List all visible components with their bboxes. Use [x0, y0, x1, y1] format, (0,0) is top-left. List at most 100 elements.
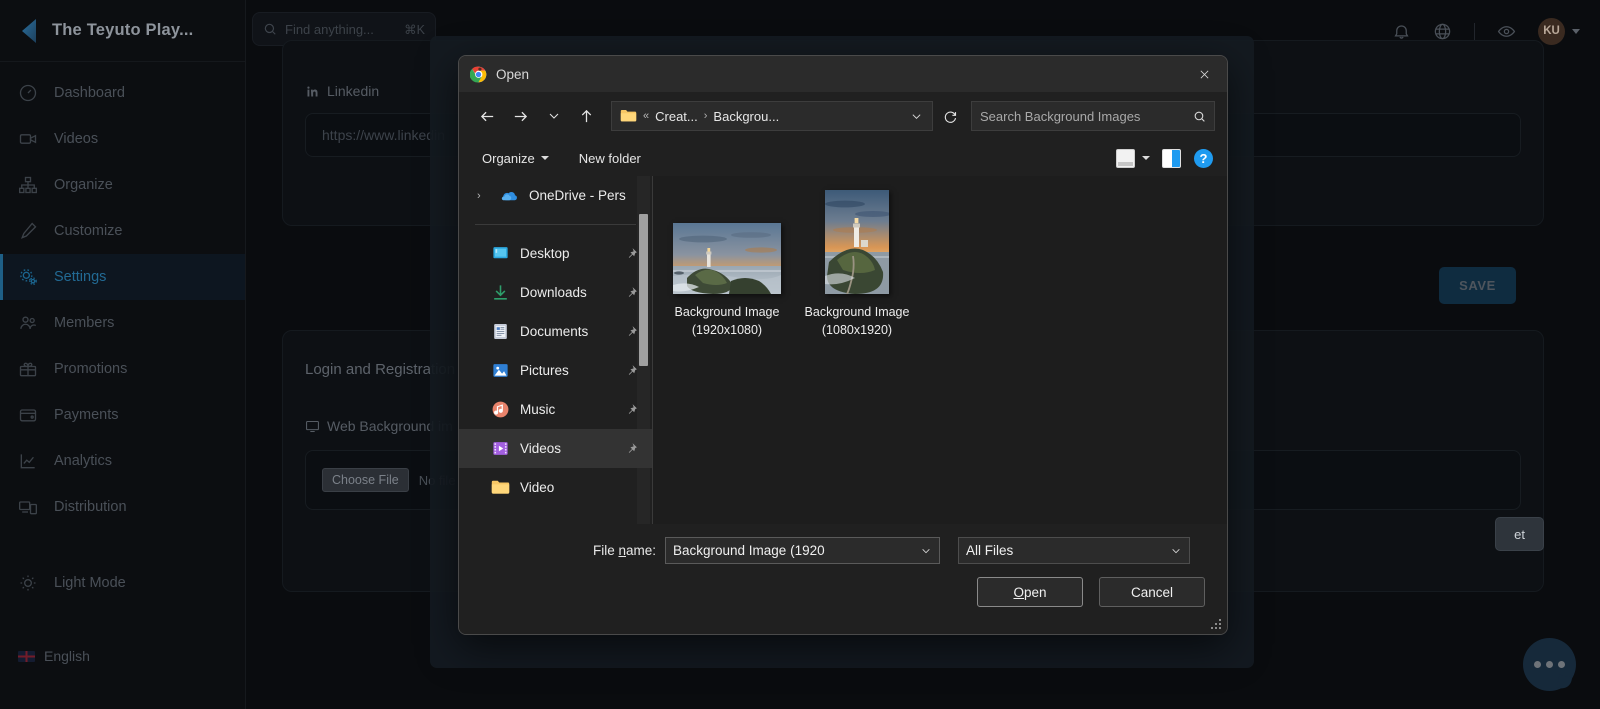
lighthouse-sunset-thumb: [673, 223, 781, 294]
breadcrumb-part[interactable]: Backgrou...: [713, 109, 779, 124]
pin-icon[interactable]: [625, 325, 638, 338]
chevron-down-icon[interactable]: [1165, 546, 1187, 556]
sidebar-item-settings[interactable]: Settings: [0, 254, 245, 300]
dialog-titlebar[interactable]: Open: [459, 56, 1227, 92]
sidebar-nav: Dashboard Videos Organize Customize Sett…: [0, 62, 245, 676]
sun-icon: [20, 575, 36, 591]
file-tile[interactable]: Background Image (1920x1080): [671, 190, 783, 340]
up-button[interactable]: [570, 101, 603, 131]
users-icon: [20, 316, 37, 329]
pin-icon[interactable]: [625, 364, 638, 377]
sidebar-item-label: Payments: [54, 407, 119, 423]
close-icon[interactable]: [1182, 56, 1227, 92]
chevron-down-icon: [1572, 28, 1580, 34]
file-tile[interactable]: Background Image (1080x1920): [801, 190, 913, 340]
back-button[interactable]: [471, 101, 504, 131]
chart-line-icon: [20, 454, 35, 469]
monitor-icon: [306, 420, 319, 432]
refresh-button[interactable]: [935, 101, 965, 131]
sidebar-item-promotions[interactable]: Promotions: [0, 346, 245, 392]
tree-divider: [475, 224, 636, 225]
dialog-buttons: Open Cancel: [459, 564, 1227, 607]
pin-icon[interactable]: [625, 286, 638, 299]
brush-icon: [20, 222, 37, 239]
choose-file-button[interactable]: Choose File: [322, 468, 409, 492]
file-name-row: File name: Background Image (1920 All Fi…: [459, 524, 1227, 564]
sidebar-item-analytics[interactable]: Analytics: [0, 438, 245, 484]
reset-button[interactable]: et: [1495, 517, 1544, 551]
resize-grip-icon[interactable]: [1211, 619, 1222, 630]
chevron-down-icon[interactable]: [915, 546, 937, 556]
pin-icon[interactable]: [625, 403, 638, 416]
sidebar-item-distribution[interactable]: Distribution: [0, 484, 245, 530]
brand[interactable]: The Teyuto Play...: [0, 0, 245, 62]
tree-item-label: Downloads: [520, 285, 587, 300]
dialog-toolbar: Organize New folder ?: [459, 140, 1227, 176]
gauge-icon: [19, 84, 37, 102]
chevron-down-icon[interactable]: [1142, 156, 1150, 160]
onedrive-icon: [501, 191, 517, 201]
tree-item-desktop[interactable]: Desktop: [459, 234, 652, 273]
thumbnail-wrap: [825, 190, 889, 294]
sidebar-item-members[interactable]: Members: [0, 300, 245, 346]
save-button[interactable]: SAVE: [1439, 267, 1516, 304]
breadcrumb-part[interactable]: Creat...: [655, 109, 698, 124]
dialog-search-input[interactable]: Search Background Images: [971, 101, 1215, 131]
chat-dot: [1546, 661, 1553, 668]
eye-icon[interactable]: [1497, 22, 1516, 41]
sidebar-divider: [0, 530, 245, 560]
tree-item-video[interactable]: Video: [459, 468, 652, 507]
sidebar-item-label: Settings: [54, 269, 107, 285]
file-tiles: Background Image (1920x1080) Background …: [671, 190, 1209, 340]
recent-locations-button[interactable]: [537, 101, 570, 131]
cancel-button[interactable]: Cancel: [1099, 577, 1205, 607]
wallet-icon: [19, 409, 37, 422]
global-search-placeholder: Find anything...: [285, 21, 374, 37]
globe-icon[interactable]: [1433, 22, 1452, 41]
tree-item-music[interactable]: Music: [459, 390, 652, 429]
tree-item-pictures[interactable]: Pictures: [459, 351, 652, 390]
desktop-icon: [493, 247, 508, 259]
tree-item-documents[interactable]: Documents: [459, 312, 652, 351]
sidebar-item-light-mode[interactable]: Light Mode: [0, 560, 245, 606]
sidebar-item-dashboard[interactable]: Dashboard: [0, 70, 245, 116]
forward-button[interactable]: [504, 101, 537, 131]
file-type-select[interactable]: All Files: [958, 537, 1190, 564]
organize-menu[interactable]: Organize: [473, 146, 558, 171]
new-folder-label: New folder: [578, 150, 641, 166]
dialog-body: › OneDrive - Pers Desktop Downloads Docu…: [459, 176, 1227, 524]
sidebar-item-label: Distribution: [54, 499, 127, 515]
file-name-input[interactable]: Background Image (1920: [665, 537, 940, 564]
bell-icon[interactable]: [1392, 22, 1411, 41]
breadcrumb[interactable]: « Creat... › Backgrou...: [611, 101, 933, 131]
breadcrumb-overflow[interactable]: «: [643, 110, 649, 122]
help-icon[interactable]: ?: [1194, 148, 1213, 168]
preview-pane-icon[interactable]: [1162, 148, 1181, 168]
pin-icon[interactable]: [625, 247, 638, 260]
file-name-value: Background Image (1920: [673, 543, 825, 558]
linkedin-url-value: https://www.linkedin: [322, 127, 445, 143]
gift-icon: [19, 362, 37, 377]
view-mode-icon[interactable]: [1116, 148, 1135, 168]
file-name: Background Image (1080x1920): [804, 305, 910, 337]
breadcrumb-dropdown-icon[interactable]: [903, 103, 929, 129]
sidebar-item-organize[interactable]: Organize: [0, 162, 245, 208]
sidebar-item-label: Dashboard: [54, 85, 125, 101]
tree-item-videos[interactable]: Videos: [459, 429, 652, 468]
tree-item-label: Desktop: [520, 246, 570, 261]
screen: The Teyuto Play... Dashboard Videos Orga…: [0, 0, 1600, 709]
tree-item-onedrive[interactable]: › OneDrive - Pers: [459, 176, 652, 215]
language-selector[interactable]: English: [0, 636, 245, 676]
new-folder-button[interactable]: New folder: [570, 146, 650, 171]
topbar-divider: [1474, 22, 1475, 40]
sidebar-item-payments[interactable]: Payments: [0, 392, 245, 438]
chat-bubble-icon[interactable]: [1523, 638, 1576, 691]
pin-icon[interactable]: [625, 442, 638, 455]
user-menu[interactable]: KU: [1538, 17, 1580, 45]
chevron-right-icon[interactable]: ›: [477, 190, 490, 202]
tree-item-downloads[interactable]: Downloads: [459, 273, 652, 312]
sidebar-item-customize[interactable]: Customize: [0, 208, 245, 254]
organize-label: Organize: [482, 150, 535, 166]
open-button[interactable]: Open: [977, 577, 1083, 607]
sidebar-item-videos[interactable]: Videos: [0, 116, 245, 162]
